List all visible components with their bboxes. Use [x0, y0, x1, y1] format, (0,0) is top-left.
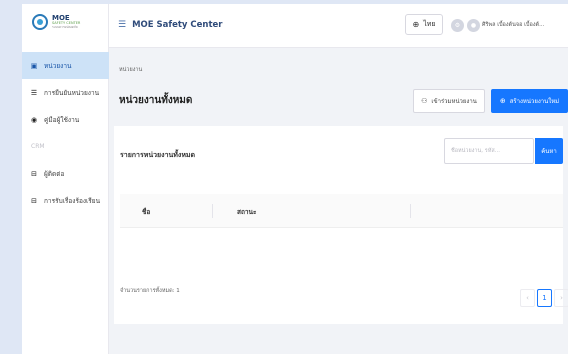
sidebar-menu: ▣ หน่วยงาน ☰ การยืนยันหน่วยงาน ◉ คู่มือผ… — [22, 52, 109, 214]
app-title-text: MOE Safety Center — [132, 20, 223, 30]
app-window: MOE SAFETY CENTER ระบบความปลอดภัย ▣ หน่ว… — [22, 4, 568, 354]
pagination-page[interactable]: 1 — [537, 289, 552, 307]
sidebar-item-label: การรับเรื่องร้องเรียน — [44, 196, 101, 205]
sidebar-item-verification[interactable]: ☰ การยืนยันหน่วยงาน — [22, 79, 109, 106]
search-input[interactable] — [444, 138, 534, 164]
sidebar: MOE SAFETY CENTER ระบบความปลอดภัย ▣ หน่ว… — [22, 4, 109, 354]
organizations-card: รายการหน่วยงานทั้งหมด ค้นหา ชื่อ สถานะ จ… — [114, 126, 568, 324]
table-header: ชื่อ สถานะ — [120, 194, 563, 228]
create-organization-button[interactable]: ⊕ สร้างหน่วยงานใหม่ — [491, 89, 568, 113]
join-button-label: เข้าร่วมหน่วยงาน — [431, 98, 477, 105]
pagination-next[interactable]: › — [554, 289, 568, 307]
card-title: รายการหน่วยงานทั้งหมด — [120, 151, 196, 159]
column-header-name[interactable]: ชื่อ — [142, 207, 150, 217]
sidebar-item-label: หน่วยงาน — [44, 61, 72, 70]
sidebar-item-user-guide[interactable]: ◉ คู่มือผู้ใช้งาน — [22, 106, 109, 133]
menu-icon[interactable]: ☰ — [118, 20, 126, 30]
sidebar-item-label: คู่มือผู้ใช้งาน — [44, 115, 80, 124]
settings-icon[interactable]: ⚙ — [451, 19, 464, 32]
language-selector[interactable]: ⊕ ไทย — [405, 14, 443, 35]
plus-circle-icon: ⊕ — [499, 97, 506, 105]
sidebar-item-contacts[interactable]: ⊟ ผู้ติดต่อ — [22, 160, 109, 187]
join-organization-button[interactable]: ⚇ เข้าร่วมหน่วยงาน — [413, 89, 485, 113]
complaint-icon: ⊟ — [31, 196, 37, 205]
building-icon: ▣ — [30, 61, 38, 70]
column-divider — [410, 204, 411, 218]
breadcrumb[interactable]: หน่วยงาน — [119, 66, 142, 74]
sidebar-item-label: การยืนยันหน่วยงาน — [44, 88, 100, 97]
top-header: ☰ MOE Safety Center ⊕ ไทย ⚙ ● ศิริพล เบื… — [109, 4, 568, 48]
create-button-label: สร้างหน่วยงานใหม่ — [509, 98, 560, 105]
pagination-prev[interactable]: ‹ — [520, 289, 535, 307]
page-title: หน่วยงานทั้งหมด — [119, 95, 193, 106]
user-name[interactable]: ศิริพล เบื้องต้นจอ เบื้องต้... — [482, 21, 544, 29]
app-title: ☰ MOE Safety Center — [118, 20, 223, 30]
sidebar-item-complaints[interactable]: ⊟ การรับเรื่องร้องเรียน — [22, 187, 109, 214]
language-label: ไทย — [423, 20, 436, 28]
users-icon: ⚇ — [421, 97, 428, 105]
contact-icon: ⊟ — [31, 169, 37, 178]
user-avatar[interactable]: ● — [467, 19, 480, 32]
search-button[interactable]: ค้นหา — [535, 138, 563, 164]
brand-tagline: ระบบความปลอดภัย — [52, 24, 78, 29]
logo-icon — [32, 14, 48, 30]
sidebar-group-crm: CRM — [31, 143, 45, 150]
book-icon: ◉ — [30, 115, 38, 124]
total-count: จำนวนรายการทั้งหมด: 1 — [120, 288, 180, 294]
sidebar-item-organizations[interactable]: ▣ หน่วยงาน — [22, 52, 109, 79]
column-header-status[interactable]: สถานะ — [237, 207, 257, 217]
sidebar-item-label: ผู้ติดต่อ — [44, 169, 65, 178]
globe-icon: ⊕ — [412, 20, 420, 29]
brand-logo[interactable]: MOE SAFETY CENTER ระบบความปลอดภัย — [32, 14, 80, 30]
column-divider — [212, 204, 213, 218]
checklist-icon: ☰ — [30, 88, 38, 97]
